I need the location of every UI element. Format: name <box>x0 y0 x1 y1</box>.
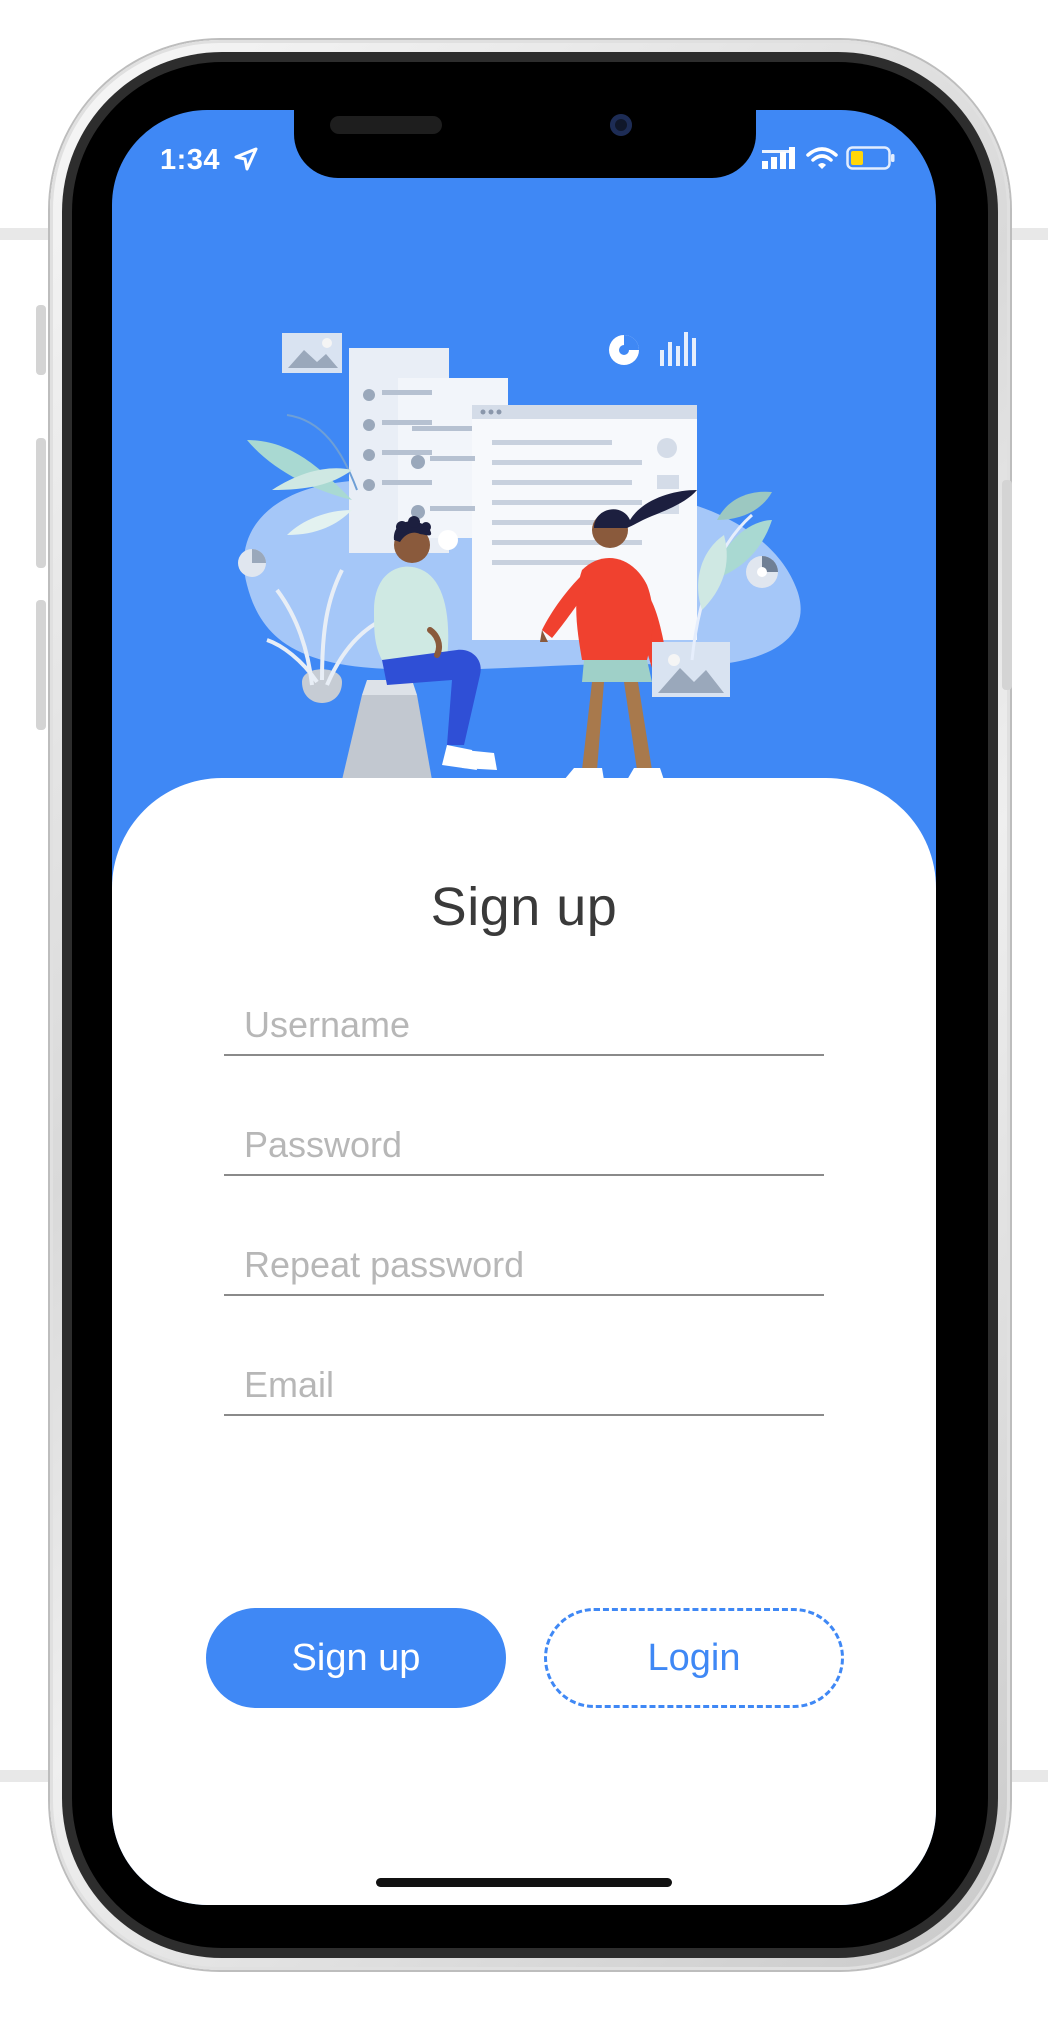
sign-up-button[interactable]: Sign up <box>206 1608 506 1708</box>
wifi-icon <box>806 147 838 169</box>
battery-icon <box>846 146 895 170</box>
home-indicator[interactable] <box>376 1878 672 1887</box>
password-input[interactable] <box>224 1116 824 1176</box>
silent-switch <box>36 305 46 375</box>
login-button[interactable]: Login <box>544 1608 844 1708</box>
signup-sheet: Sign up Sign up Login <box>112 778 936 1905</box>
page-title: Sign up <box>430 877 618 937</box>
repeat-password-input[interactable] <box>224 1236 824 1296</box>
location-arrow-icon <box>234 147 258 171</box>
status-time: 1:34 <box>160 144 259 177</box>
volume-up-button <box>36 438 46 568</box>
phone-screen: 1:34 Sign up Username Email Sign up Logi… <box>112 110 936 1905</box>
signal-icon <box>762 147 795 169</box>
power-button <box>1002 480 1012 690</box>
earpiece-speaker <box>330 116 442 134</box>
email-input[interactable] <box>224 1356 824 1416</box>
hero-illustration <box>238 332 801 780</box>
status-icons <box>762 146 896 170</box>
username-input[interactable] <box>224 996 824 1056</box>
volume-down-button <box>36 600 46 730</box>
front-camera <box>610 114 632 136</box>
status-time-text: 1:34 <box>160 144 221 176</box>
